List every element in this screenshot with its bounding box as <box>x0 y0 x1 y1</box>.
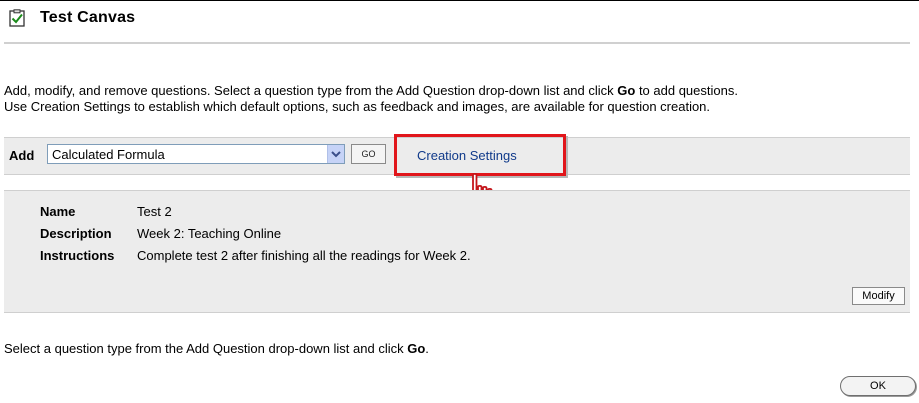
add-label: Add <box>9 148 35 163</box>
description-value: Week 2: Teaching Online <box>137 226 282 241</box>
ok-button[interactable]: OK <box>840 376 916 396</box>
instructions-label: Instructions <box>40 248 115 263</box>
modify-button[interactable]: Modify <box>852 287 905 305</box>
test-checklist-icon <box>8 9 26 27</box>
name-row: Name Test 2 <box>40 204 172 220</box>
intro-line-1: Add, modify, and remove questions. Selec… <box>4 83 738 98</box>
chevron-down-icon[interactable] <box>327 145 344 163</box>
title-divider <box>4 42 910 44</box>
name-value: Test 2 <box>137 204 172 219</box>
footer-instructions: Select a question type from the Add Ques… <box>4 341 429 356</box>
question-type-selected-value: Calculated Formula <box>52 147 165 162</box>
description-label: Description <box>40 226 112 241</box>
description-row: Description Week 2: Teaching Online <box>40 226 281 242</box>
page-title: Test Canvas <box>40 9 136 26</box>
callout-highlight-box <box>394 134 566 176</box>
question-type-select[interactable]: Calculated Formula <box>47 144 345 164</box>
top-border <box>0 0 919 1</box>
test-info-panel: Name Test 2 Description Week 2: Teaching… <box>4 190 910 313</box>
intro-line-2: Use Creation Settings to establish which… <box>4 99 711 114</box>
name-label: Name <box>40 204 76 219</box>
instructions-value: Complete test 2 after finishing all the … <box>137 248 471 263</box>
page-header: Test Canvas <box>8 6 135 30</box>
go-button[interactable]: GO <box>351 144 386 164</box>
instructions-row: Instructions Complete test 2 after finis… <box>40 248 471 264</box>
intro-instructions: Add, modify, and remove questions. Selec… <box>4 83 904 115</box>
